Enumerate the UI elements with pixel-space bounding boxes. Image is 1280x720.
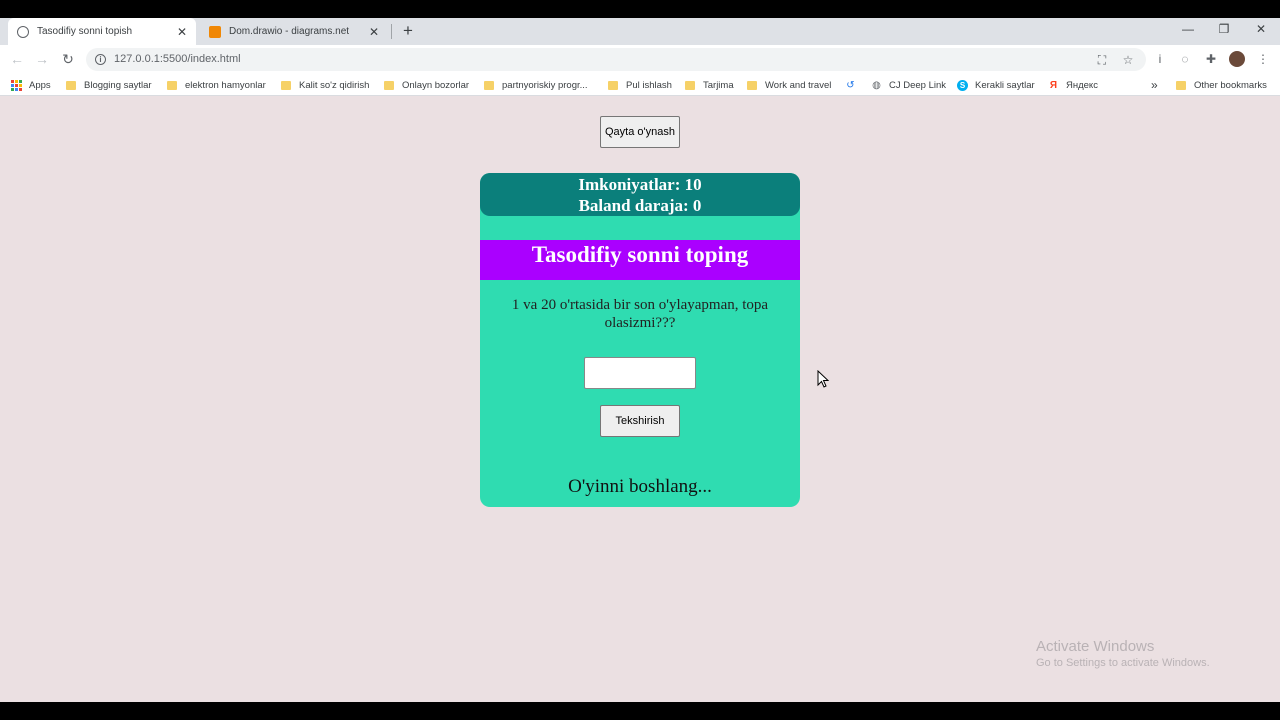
bookmark-label: Onlayn bozorlar — [402, 79, 470, 91]
folder-icon — [685, 80, 695, 90]
folder-icon — [66, 80, 76, 90]
extension-info-icon[interactable]: i — [1152, 51, 1168, 67]
stats-panel: Imkoniyatlar: 10 Baland daraja: 0 — [480, 173, 800, 216]
bookmark-label: Work and travel — [765, 79, 832, 91]
skype-icon: S — [957, 79, 968, 91]
attempts-label: Imkoniyatlar: 10 — [578, 175, 702, 194]
folder-icon — [1176, 80, 1186, 90]
url-text: 127.0.0.1:5500/index.html — [114, 53, 241, 65]
bookmark-label: Kerakli saytlar — [975, 79, 1035, 91]
game-title: Tasodifiy sonni toping — [480, 240, 800, 280]
watermark-title: Activate Windows — [1036, 638, 1155, 655]
bookmark-folder[interactable]: Work and travel — [747, 78, 831, 92]
bookmark-history[interactable]: ↺ — [845, 78, 863, 92]
page-viewport: Qayta o'ynash Imkoniyatlar: 10 Baland da… — [0, 96, 1280, 702]
bookmark-folder[interactable]: Pul ishlash — [608, 78, 672, 92]
close-tab-icon[interactable]: ✕ — [174, 25, 190, 39]
reload-icon[interactable]: ↻ — [59, 50, 77, 68]
menu-kebab-icon[interactable]: ⋮ — [1255, 51, 1271, 67]
apps-grid-icon — [11, 79, 22, 91]
tab-separator — [391, 24, 392, 39]
new-tab-icon[interactable]: + — [398, 21, 418, 41]
tab-title: Tasodifiy sonni topish — [37, 26, 133, 37]
bookmark-label: elektron hamyonlar — [185, 79, 266, 91]
bookmark-link[interactable]: ◍ CJ Deep Link — [871, 78, 946, 92]
tab-strip: Tasodifiy sonni topish ✕ Dom.drawio - di… — [0, 18, 1280, 45]
bookmark-folder[interactable]: Onlayn bozorlar — [384, 78, 469, 92]
globe-icon — [17, 25, 29, 38]
globe-icon: ◍ — [872, 79, 881, 91]
game-card: Imkoniyatlar: 10 Baland daraja: 0 Tasodi… — [480, 173, 800, 507]
tab-inactive[interactable]: Dom.drawio - diagrams.net ✕ — [200, 18, 388, 45]
folder-icon — [384, 80, 394, 90]
tab-active[interactable]: Tasodifiy sonni topish ✕ — [8, 18, 196, 45]
folder-icon — [608, 80, 618, 90]
folder-icon — [484, 80, 494, 90]
restore-icon[interactable]: ❐ — [1206, 18, 1242, 45]
forward-icon[interactable]: → — [33, 50, 51, 68]
guess-input[interactable] — [584, 357, 696, 389]
browser-toolbar: ← → ↻ i 127.0.0.1:5500/index.html ⛶ ☆ i … — [0, 45, 1280, 74]
bookmark-link[interactable]: S Kerakli saytlar — [957, 78, 1035, 92]
extension-circle-icon[interactable]: ◌ — [1177, 51, 1193, 67]
bookmark-link[interactable]: Я Яндекс — [1048, 78, 1098, 92]
extensions-puzzle-icon[interactable]: ✚ — [1203, 51, 1219, 67]
screen: Tasodifiy sonni topish ✕ Dom.drawio - di… — [0, 0, 1280, 720]
bookmarks-bar: Apps Blogging saytlar elektron hamyonlar… — [0, 74, 1280, 96]
check-button[interactable]: Tekshirish — [600, 405, 680, 437]
folder-icon — [747, 80, 757, 90]
bookmark-label: Pul ishlash — [626, 79, 672, 91]
bookmark-other[interactable]: Other bookmarks — [1176, 78, 1267, 92]
bookmark-label: Other bookmarks — [1194, 79, 1267, 91]
star-icon[interactable]: ☆ — [1120, 52, 1136, 68]
status-message: O'yinni boshlang... — [568, 476, 712, 497]
bookmark-folder[interactable]: Blogging saytlar — [66, 78, 152, 92]
windows-activation-watermark: Activate Windows Go to Settings to activ… — [1036, 638, 1210, 669]
bookmark-label: Blogging saytlar — [84, 79, 152, 91]
yandex-icon: Я — [1049, 79, 1058, 91]
bookmark-label: Apps — [29, 79, 51, 91]
bookmark-label: Tarjima — [703, 79, 734, 91]
bookmark-label: partnyoriskiy progr... — [502, 79, 588, 91]
bookmark-apps[interactable]: Apps — [11, 78, 51, 92]
highscore-label: Baland daraja: 0 — [578, 196, 702, 215]
restart-button[interactable]: Qayta o'ynash — [600, 116, 680, 148]
bookmark-folder[interactable]: Kalit so'z qidirish — [281, 78, 369, 92]
bookmark-folder[interactable]: Tarjima — [685, 78, 734, 92]
address-bar[interactable]: i 127.0.0.1:5500/index.html ⛶ ☆ — [86, 48, 1146, 71]
bookmark-folder[interactable]: partnyoriskiy progr... — [484, 78, 588, 92]
folder-icon — [281, 80, 291, 90]
profile-avatar[interactable] — [1229, 51, 1245, 67]
close-window-icon[interactable]: ✕ — [1243, 18, 1279, 45]
mouse-cursor-icon — [817, 370, 829, 388]
folder-icon — [167, 80, 177, 90]
drawio-icon — [209, 25, 221, 38]
close-tab-icon[interactable]: ✕ — [366, 25, 382, 39]
back-icon[interactable]: ← — [8, 50, 26, 68]
minimize-icon[interactable]: — — [1170, 18, 1206, 45]
bookmark-label: Яндекс — [1066, 79, 1098, 91]
watermark-subtitle: Go to Settings to activate Windows. — [1036, 657, 1210, 669]
bookmark-label: CJ Deep Link — [889, 79, 947, 91]
bookmark-label: Kalit so'z qidirish — [299, 79, 370, 91]
info-icon[interactable]: i — [95, 54, 106, 65]
bookmark-folder[interactable]: elektron hamyonlar — [167, 78, 266, 92]
translate-icon[interactable]: ⛶ — [1094, 52, 1110, 68]
history-icon: ↺ — [846, 79, 855, 91]
tab-title: Dom.drawio - diagrams.net — [229, 26, 350, 37]
bookmarks-overflow-icon[interactable]: » — [1151, 78, 1158, 92]
game-prompt: 1 va 20 o'rtasida bir son o'ylayapman, t… — [511, 297, 769, 331]
